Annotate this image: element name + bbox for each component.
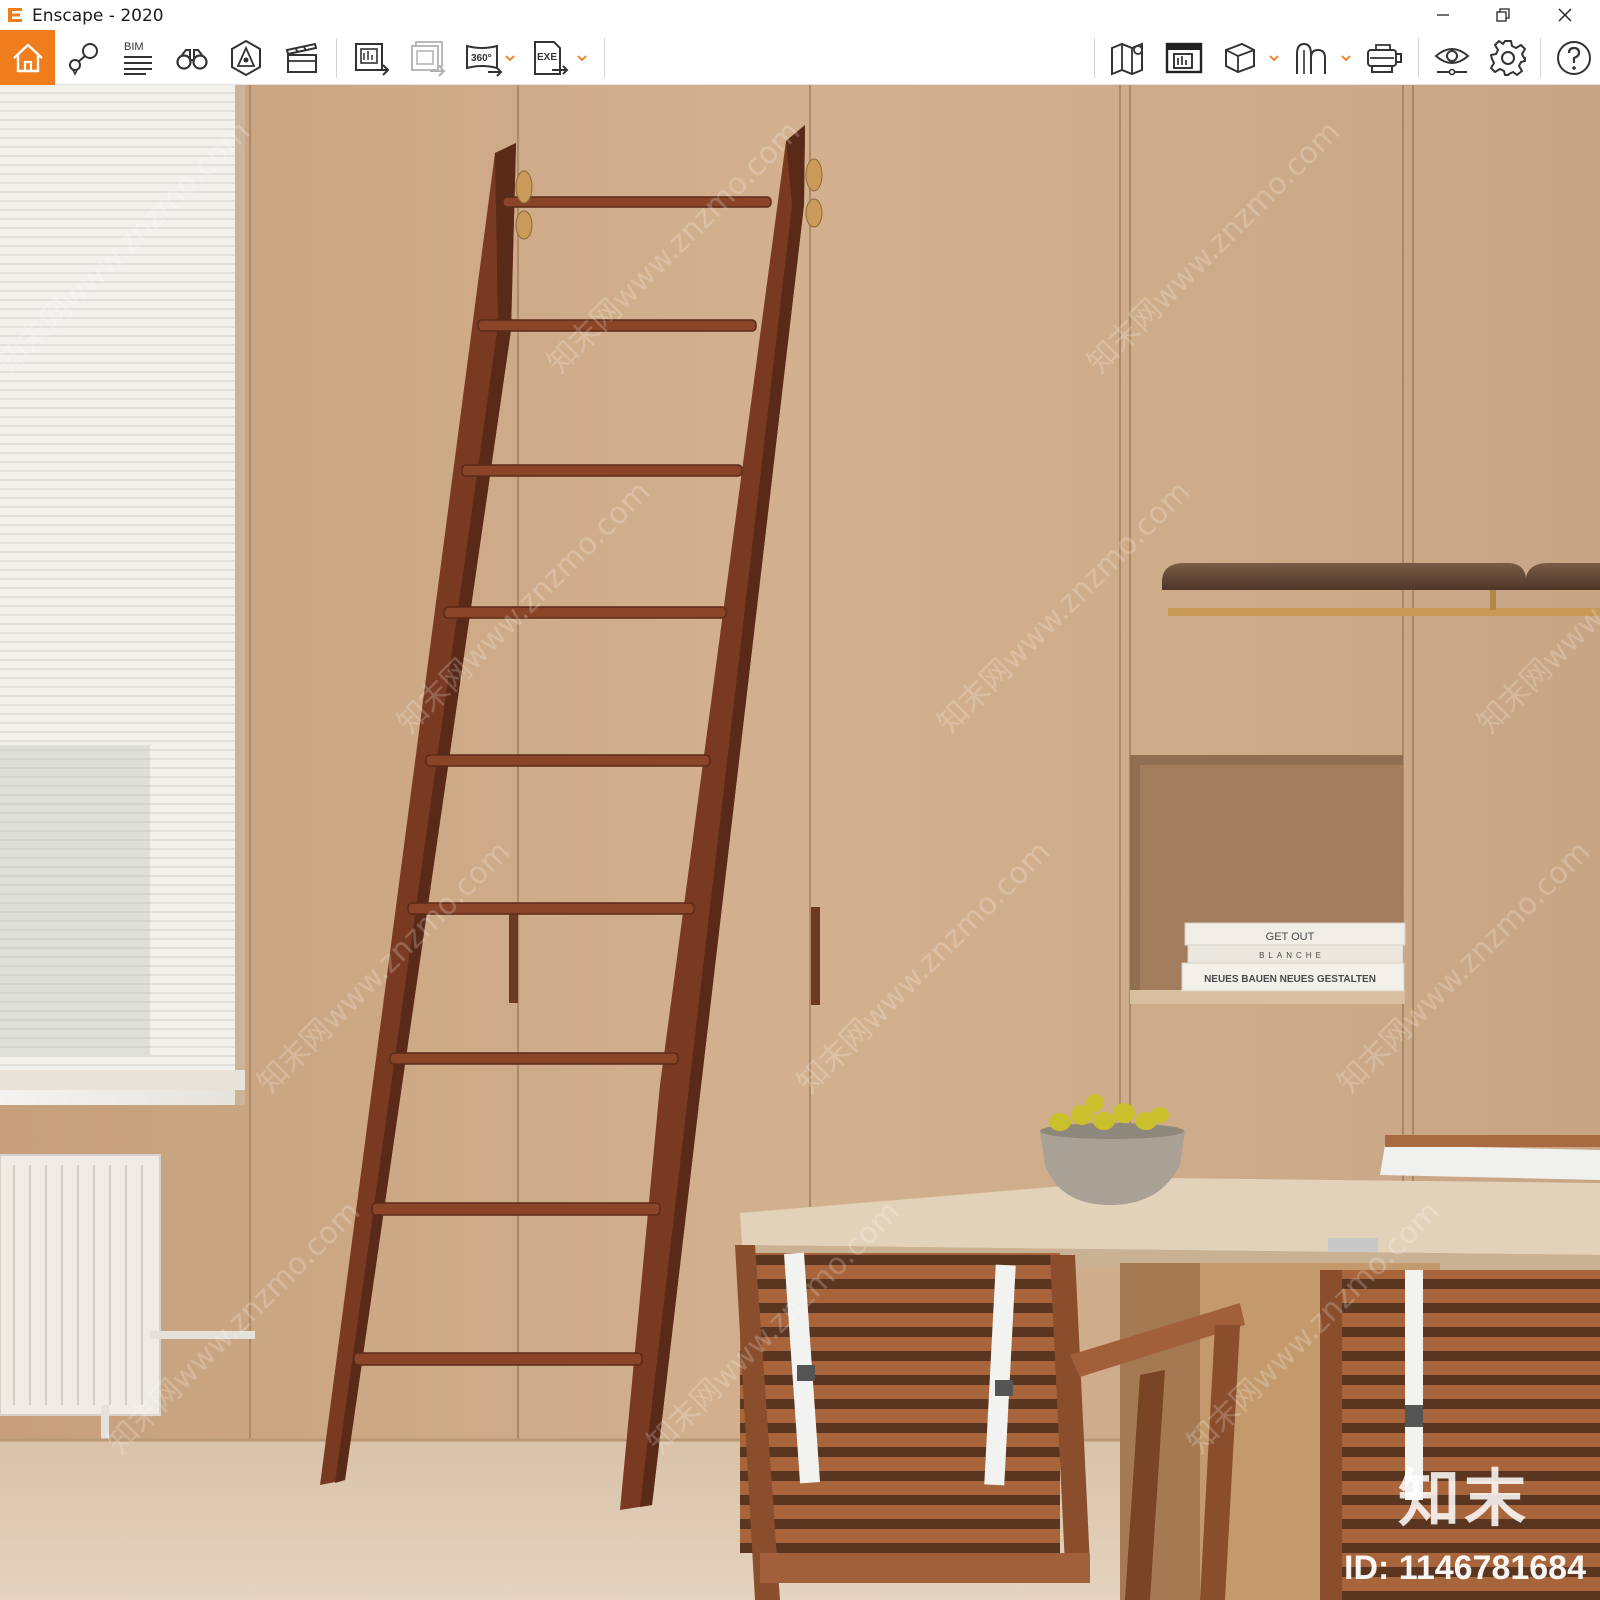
chevron-down-icon — [577, 54, 587, 61]
book-stack: GET OUT BLANCHE NEUES BAUEN NEUES GESTAL… — [1181, 922, 1406, 992]
settings-icon — [1490, 39, 1526, 76]
book-title: BLANCHE — [1259, 951, 1325, 960]
radiator — [0, 1154, 161, 1416]
toolbar-separator — [1094, 38, 1095, 78]
enscape-logo-icon — [8, 8, 22, 22]
exe-export-button[interactable]: EXE — [526, 30, 574, 85]
cube-view-icon — [1225, 42, 1255, 73]
screenshot-export-icon — [411, 40, 446, 77]
light-view-button[interactable] — [222, 30, 270, 85]
chevron-down-icon — [505, 54, 515, 61]
bim-label: BIM — [124, 41, 144, 53]
map-button[interactable] — [1104, 30, 1152, 85]
light-view-icon — [231, 39, 261, 76]
pendant-lamp — [1162, 563, 1600, 616]
restore-button[interactable] — [1473, 0, 1533, 30]
views-button[interactable] — [60, 30, 108, 85]
book-title: GET OUT — [1266, 931, 1315, 943]
screenshot-export-button[interactable] — [404, 30, 452, 85]
video-editor-button[interactable] — [278, 30, 326, 85]
asset-library-button[interactable] — [1288, 30, 1336, 85]
vr-headset-button[interactable] — [1360, 30, 1408, 85]
exe-label: EXE — [537, 52, 557, 63]
toolbar-separator — [1540, 38, 1541, 78]
close-icon — [1558, 8, 1572, 22]
asset-library-icon — [1296, 42, 1326, 74]
main-toolbar: BIM 360° EXE — [0, 30, 1600, 109]
exe-export-icon: EXE — [534, 40, 569, 75]
window-title: Enscape - 2020 — [32, 6, 164, 26]
book-title: NEUES BAUEN NEUES GESTALTEN — [1204, 974, 1376, 985]
batch-render-icon — [355, 42, 390, 76]
help-button[interactable] — [1550, 30, 1598, 85]
bim-button[interactable]: BIM — [114, 30, 162, 85]
walk-mode-button[interactable] — [168, 30, 216, 85]
close-button[interactable] — [1535, 0, 1595, 30]
restore-icon — [1496, 8, 1510, 22]
minimize-button[interactable] — [1413, 0, 1473, 30]
binoculars-icon — [176, 48, 208, 70]
map-icon — [1111, 42, 1143, 75]
panorama-icon: 360° — [466, 44, 503, 77]
cube-view-button[interactable] — [1216, 30, 1264, 85]
rendered-scene: GET OUT BLANCHE NEUES BAUEN NEUES GESTAL… — [0, 85, 1600, 1600]
chevron-down-icon — [1269, 54, 1279, 61]
minimize-icon — [1437, 14, 1449, 16]
image-id-watermark: ID: 1146781684 — [1344, 1549, 1586, 1587]
home-button[interactable] — [0, 30, 55, 85]
cabinet-handle — [811, 907, 820, 1005]
toolbar-separator — [1418, 38, 1419, 78]
render-window-icon — [1165, 42, 1203, 73]
settings-button[interactable] — [1484, 30, 1532, 85]
brand-watermark: 知末 — [1397, 1462, 1530, 1535]
video-editor-icon — [285, 42, 318, 73]
asset-library-dropdown[interactable] — [1338, 30, 1354, 85]
bim-info-icon: BIM — [124, 41, 152, 75]
vr-headset-icon — [1367, 43, 1402, 73]
title-bar: Enscape - 2020 — [0, 0, 1600, 30]
toolbar-separator — [604, 38, 605, 78]
visual-settings-icon — [1434, 47, 1470, 75]
cube-view-dropdown[interactable] — [1266, 30, 1282, 85]
exe-export-dropdown[interactable] — [574, 30, 590, 85]
panorama-label: 360° — [471, 53, 492, 64]
chevron-down-icon — [1341, 54, 1351, 61]
location-pin-icon — [69, 42, 98, 76]
panorama-button[interactable]: 360° — [460, 30, 508, 85]
visual-settings-button[interactable] — [1428, 30, 1476, 85]
cabinet-handle — [509, 905, 518, 1003]
toolbar-separator — [336, 38, 337, 78]
home-icon — [12, 43, 43, 72]
render-window-button[interactable] — [1160, 30, 1208, 85]
batch-render-button[interactable] — [348, 30, 396, 85]
render-viewport[interactable]: GET OUT BLANCHE NEUES BAUEN NEUES GESTAL… — [0, 85, 1600, 1600]
panorama-dropdown[interactable] — [502, 30, 518, 85]
help-icon — [1557, 40, 1591, 75]
